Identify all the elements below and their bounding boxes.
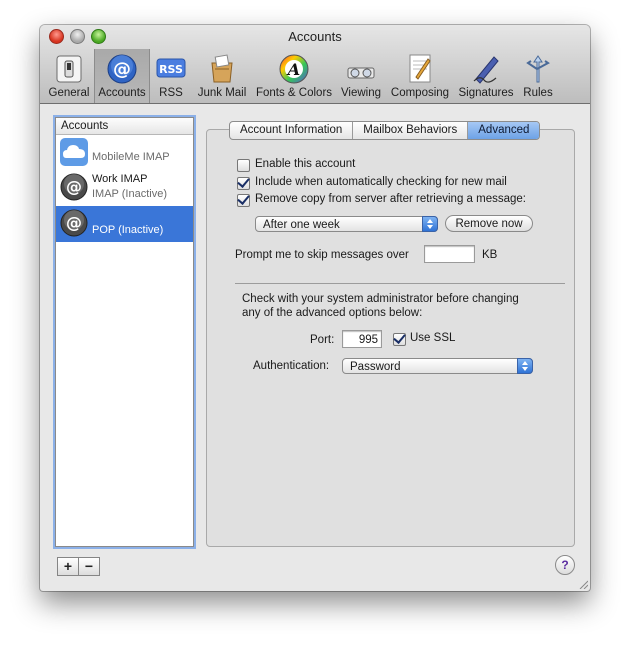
include-check-checkbox[interactable]	[237, 177, 250, 190]
tab-advanced[interactable]: Advanced	[468, 122, 540, 139]
junk-mail-icon	[211, 54, 233, 83]
toolbar-junk-mail[interactable]: Junk Mail	[192, 49, 252, 103]
toolbar-signatures[interactable]: Signatures	[454, 49, 518, 103]
fonts-colors-icon: A	[279, 54, 309, 84]
rules-icon	[526, 55, 550, 83]
port-field[interactable]: 995	[342, 330, 382, 348]
at-sign-icon: @	[60, 173, 88, 201]
toolbar-general[interactable]: General	[44, 49, 94, 103]
resize-grip-icon[interactable]	[578, 579, 588, 589]
svg-text:@: @	[66, 213, 82, 232]
remove-copy-label: Remove copy from server after retrieving…	[255, 193, 526, 205]
toolbar-composing[interactable]: Composing	[386, 49, 454, 103]
preferences-window: Accounts General @ Accounts RSS RSS Junk…	[40, 25, 590, 591]
tab-account-information[interactable]: Account Information	[230, 122, 354, 139]
skip-messages-label: Prompt me to skip messages over	[235, 249, 409, 261]
divider	[235, 283, 565, 284]
skip-size-field[interactable]	[424, 245, 475, 263]
remove-copy-checkbox[interactable]	[237, 194, 250, 207]
skip-size-unit: KB	[482, 249, 498, 261]
popup-arrows-icon	[517, 358, 533, 374]
at-sign-icon: @	[60, 209, 88, 237]
remove-account-button[interactable]: −	[78, 557, 100, 576]
account-name: MobileMe IMAP	[92, 151, 170, 163]
remove-interval-popup[interactable]: After one week	[255, 216, 438, 232]
toolbar-label: General	[48, 87, 90, 99]
popup-arrows-icon	[422, 216, 438, 232]
tab-mailbox-behaviors[interactable]: Mailbox Behaviors	[353, 122, 469, 139]
admin-note-line-1: Check with your system administrator bef…	[242, 293, 519, 305]
enable-account-checkbox[interactable]	[237, 159, 250, 172]
accounts-list-header: Accounts	[56, 118, 193, 135]
toolbar-label: RSS	[159, 87, 183, 99]
toolbar-fonts-colors[interactable]: A Fonts & Colors	[252, 49, 336, 103]
remove-now-button[interactable]: Remove now	[445, 215, 533, 232]
account-item-mobileme[interactable]: MobileMe IMAP	[56, 135, 193, 170]
enable-account-label: Enable this account	[255, 158, 356, 170]
port-label: Port:	[310, 334, 335, 346]
rss-badge-text: RSS	[159, 63, 183, 76]
svg-text:@: @	[113, 59, 131, 80]
svg-text:@: @	[66, 177, 82, 196]
use-ssl-checkbox[interactable]	[393, 333, 406, 346]
toolbar-viewing[interactable]: Viewing	[336, 49, 386, 103]
account-settings-panel	[206, 129, 575, 547]
accounts-list[interactable]: Accounts MobileMe IMAP @ Work IMAP IMAP …	[53, 115, 196, 549]
account-name: Work IMAP	[92, 173, 148, 185]
remove-interval-value: After one week	[263, 219, 340, 231]
authentication-label: Authentication:	[253, 360, 330, 372]
toolbar-rss[interactable]: RSS RSS	[150, 49, 192, 103]
viewing-glasses-icon	[347, 67, 375, 79]
mobileme-cloud-icon	[60, 138, 88, 166]
svg-text:A: A	[286, 60, 300, 79]
help-button[interactable]: ?	[555, 555, 575, 575]
add-account-button[interactable]: +	[57, 557, 79, 576]
toolbar-label: Viewing	[340, 87, 382, 99]
admin-note-line-2: any of the advanced options below:	[242, 307, 423, 319]
account-item-work-imap[interactable]: @ Work IMAP IMAP (Inactive)	[56, 170, 193, 206]
toolbar-accounts[interactable]: @ Accounts	[94, 49, 150, 103]
account-tabs: Account Information Mailbox Behaviors Ad…	[229, 121, 541, 140]
title-bar: Accounts General @ Accounts RSS RSS Junk…	[40, 25, 590, 104]
window-title: Accounts	[288, 29, 342, 44]
authentication-value: Password	[350, 361, 401, 373]
use-ssl-label: Use SSL	[410, 332, 456, 344]
toolbar-label: Fonts & Colors	[255, 87, 333, 99]
toolbar-label: Junk Mail	[197, 87, 247, 99]
authentication-popup[interactable]: Password	[342, 358, 533, 374]
toolbar-label: Accounts	[98, 87, 146, 99]
toolbar-label: Rules	[523, 87, 553, 99]
signatures-pen-icon	[473, 56, 499, 84]
account-name: POP (Inactive)	[92, 224, 164, 236]
include-check-label: Include when automatically checking for …	[255, 176, 507, 188]
rss-icon: RSS	[156, 58, 186, 78]
preferences-toolbar: General @ Accounts RSS RSS Junk Mail A F…	[44, 49, 558, 103]
general-switch-icon	[56, 55, 82, 83]
account-item-pop[interactable]: @ POP (Inactive)	[56, 206, 193, 242]
toolbar-label: Signatures	[458, 87, 514, 99]
at-sign-icon: @	[107, 54, 137, 84]
account-status: IMAP (Inactive)	[92, 188, 167, 200]
toolbar-rules[interactable]: Rules	[518, 49, 558, 103]
composing-pencil-icon	[409, 54, 431, 83]
toolbar-label: Composing	[390, 87, 450, 99]
